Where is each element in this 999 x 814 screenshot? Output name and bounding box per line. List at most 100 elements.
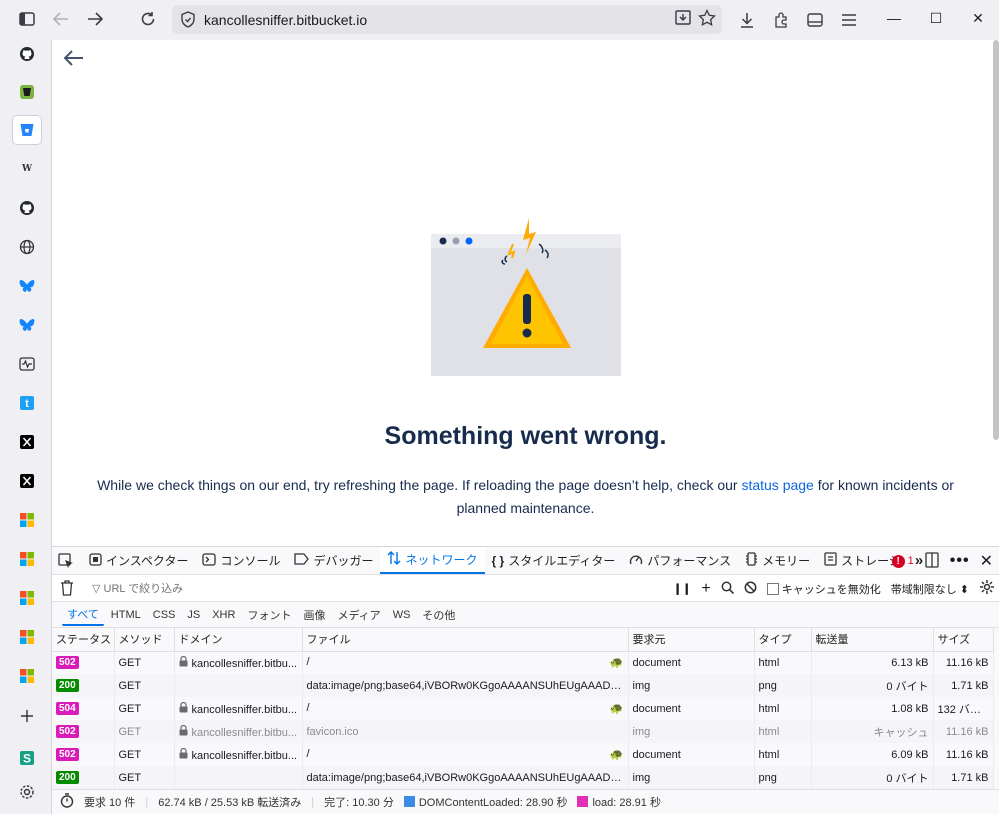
more-options-icon[interactable]: ••• (950, 552, 970, 570)
file-cell: favicon.ico (306, 725, 359, 738)
size-cell: 1.71 kB (951, 679, 989, 692)
type-filter-button[interactable]: XHR (207, 607, 240, 623)
type-filter-bar: すべて HTML CSS JS XHR フォント 画像 メディア WS その他 (52, 602, 999, 628)
bitbucket-icon[interactable] (13, 116, 41, 144)
globe-icon[interactable] (13, 233, 41, 261)
disable-cache-checkbox[interactable]: キャッシュを無効化 (766, 581, 881, 597)
tab-label: ネットワーク (405, 553, 478, 567)
column-header[interactable]: ドメイン (174, 628, 303, 652)
column-header[interactable]: ファイル (302, 628, 629, 652)
bluesky-icon[interactable] (13, 311, 41, 339)
type-filter-button[interactable]: 画像 (298, 605, 330, 625)
tab-memory[interactable]: メモリー (738, 547, 817, 574)
monitor-icon[interactable] (13, 350, 41, 378)
tab-style-editor[interactable]: { } スタイルエディター (485, 547, 623, 574)
s-app-icon[interactable]: S (13, 744, 41, 772)
clear-trash-icon[interactable] (60, 580, 74, 599)
debugger-icon (294, 553, 310, 568)
reload-icon[interactable] (134, 5, 162, 33)
type-filter-button[interactable]: フォント (242, 605, 296, 625)
column-header[interactable]: タイプ (754, 628, 812, 652)
type-cell: html (758, 748, 780, 761)
column-header[interactable]: 要求元 (628, 628, 755, 652)
type-filter-button[interactable]: その他 (417, 605, 460, 625)
microsoft-icon[interactable] (13, 584, 41, 612)
add-request-icon[interactable]: + (701, 580, 710, 598)
type-filter-button[interactable]: すべて (62, 604, 104, 626)
bookmark-star-icon[interactable] (698, 8, 716, 30)
tab-debugger[interactable]: デバッガー (287, 547, 380, 574)
type-cell: html (758, 725, 780, 738)
microsoft-icon[interactable] (13, 545, 41, 573)
bitbucket-green-icon[interactable] (13, 78, 41, 106)
table-row[interactable]: 502 GET kancollesniffer.bitbu... favicon.ic… (52, 720, 994, 743)
tab-console[interactable]: コンソール (195, 547, 287, 574)
column-header[interactable]: ステータス (52, 628, 115, 652)
url-text: kancollesniffer.bitbucket.io (204, 11, 368, 28)
initiator-cell: img (632, 725, 651, 738)
minimize-icon[interactable]: — (873, 0, 915, 36)
throttle-select[interactable]: 帯域制限なし ⬍ (891, 581, 969, 597)
table-header: ステータス メソッド ドメイン ファイル 要求元 タイプ 転送量 サイズ (52, 628, 994, 652)
maximize-icon[interactable]: ☐ (915, 0, 957, 36)
tracking-protection-icon[interactable] (180, 11, 196, 31)
status-page-link[interactable]: status page (741, 477, 813, 493)
console-error-badge[interactable]: ! 1 (891, 554, 914, 568)
domcontentloaded-swatch (403, 796, 415, 807)
error-title: Something went wrong. (384, 422, 667, 450)
sidebar-toggle-icon[interactable] (13, 5, 41, 33)
type-filter-button[interactable]: CSS (148, 607, 181, 623)
tab-inspector[interactable]: インスペクター (82, 547, 195, 574)
add-icon[interactable] (13, 702, 41, 730)
tab-performance[interactable]: パフォーマンス (622, 547, 738, 574)
table-row[interactable]: 504 GET kancollesniffer.bitbu... / 🐢 document… (52, 697, 994, 720)
forward-icon[interactable] (81, 5, 109, 33)
twitter-icon[interactable]: t (13, 389, 41, 417)
type-filter-button[interactable]: JS (182, 607, 205, 623)
menu-icon[interactable] (832, 6, 866, 34)
checkbox-box[interactable] (766, 582, 779, 595)
github-icon[interactable] (13, 194, 41, 222)
table-row[interactable]: 502 GET kancollesniffer.bitbu... / 🐢 document… (52, 743, 994, 766)
block-icon[interactable] (744, 581, 757, 597)
close-devtools-icon[interactable]: ✕ (980, 551, 993, 571)
network-icon (387, 551, 401, 568)
element-picker-icon[interactable] (52, 547, 82, 574)
github-icon[interactable] (13, 40, 41, 68)
search-icon[interactable] (721, 581, 734, 597)
microsoft-icon[interactable] (13, 506, 41, 534)
type-filter-button[interactable]: HTML (106, 607, 146, 623)
dock-toggle-icon[interactable] (924, 551, 940, 571)
wiki-icon[interactable]: W (13, 155, 41, 183)
tab-network[interactable]: ネットワーク (380, 547, 485, 574)
downloads-icon[interactable] (730, 6, 764, 34)
x-icon[interactable] (13, 428, 41, 456)
microsoft-icon[interactable] (13, 623, 41, 651)
close-window-icon[interactable]: ✕ (957, 0, 999, 36)
stopwatch-icon[interactable] (60, 793, 74, 811)
column-header[interactable]: サイズ (933, 628, 994, 652)
pause-icon[interactable]: ❙❙ (673, 582, 691, 595)
bluesky-icon[interactable] (13, 272, 41, 300)
column-header[interactable]: 転送量 (811, 628, 934, 652)
x-icon[interactable] (13, 467, 41, 495)
table-row[interactable]: 200 GET data:image/png;base64,iVBORw0KGgoA… (52, 766, 994, 789)
settings-icon[interactable] (13, 778, 41, 806)
type-filter-button[interactable]: WS (388, 607, 416, 623)
url-bar[interactable]: kancollesniffer.bitbucket.io (172, 5, 722, 34)
microsoft-icon[interactable] (13, 662, 41, 690)
network-settings-icon[interactable] (979, 579, 995, 598)
column-header[interactable]: メソッド (114, 628, 175, 652)
turtle-icon: 🐢 (609, 657, 624, 670)
type-filter-button[interactable]: メディア (332, 605, 385, 625)
table-row[interactable]: 200 GET data:image/png;base64,iVBORw0KGgoA… (52, 674, 994, 697)
url-filter-input[interactable]: ▽ URL で絞り込み (92, 580, 183, 596)
page-scrollbar[interactable] (993, 40, 999, 440)
extensions-icon[interactable] (764, 6, 798, 34)
back-icon[interactable] (47, 5, 75, 33)
table-row[interactable]: 502 GET kancollesniffer.bitbu... / 🐢 document… (52, 651, 994, 674)
reader-view-icon[interactable] (798, 6, 832, 34)
back-arrow-icon[interactable] (63, 50, 84, 69)
disable-cache-label: キャッシュを無効化 (781, 583, 881, 596)
save-to-pocket-icon[interactable] (674, 9, 692, 30)
